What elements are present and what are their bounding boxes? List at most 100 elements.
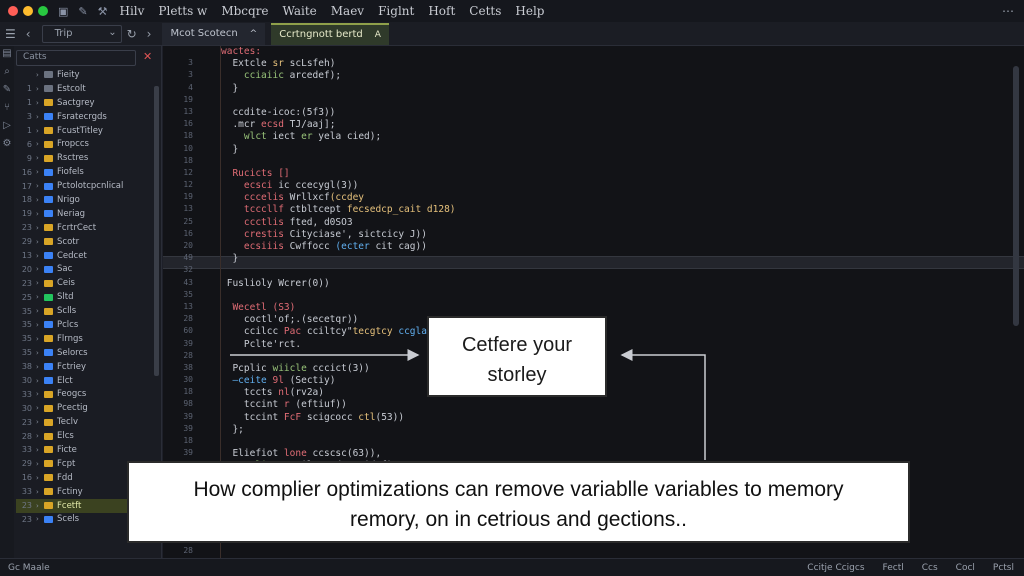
menu-item[interactable]: Maev bbox=[331, 4, 364, 18]
close-window-button[interactable] bbox=[8, 6, 18, 16]
status-left-text[interactable]: Gc Maale bbox=[8, 563, 50, 573]
chevron-right-icon[interactable]: › bbox=[36, 488, 44, 496]
code-line[interactable] bbox=[221, 436, 1001, 448]
chevron-right-icon[interactable]: › bbox=[36, 446, 44, 454]
tab-close-icon[interactable]: A bbox=[375, 30, 381, 40]
status-item[interactable]: Pctsl bbox=[993, 563, 1014, 573]
tree-item[interactable]: 19 › Neriag bbox=[16, 207, 152, 221]
chevron-right-icon[interactable]: › bbox=[36, 460, 44, 468]
tree-item[interactable]: 16 › Fiofels bbox=[16, 165, 152, 179]
code-line[interactable]: —ceite 9l (Sectiy) bbox=[221, 375, 1001, 387]
chevron-right-icon[interactable]: › bbox=[36, 363, 44, 371]
chevron-right-icon[interactable]: › bbox=[36, 182, 44, 190]
tree-item[interactable]: 20 › Sac bbox=[16, 262, 152, 276]
code-line[interactable]: }; bbox=[221, 424, 1001, 436]
status-item[interactable]: Fectl bbox=[883, 563, 904, 573]
chevron-right-icon[interactable]: › bbox=[36, 307, 44, 315]
tree-item[interactable]: 23 › Ceis bbox=[16, 276, 152, 290]
chevron-right-icon[interactable]: › bbox=[36, 196, 44, 204]
menu-item[interactable]: Hilv bbox=[120, 4, 145, 18]
chevron-right-icon[interactable]: › bbox=[36, 418, 44, 426]
menu-item[interactable]: Figlnt bbox=[378, 4, 414, 18]
code-line[interactable]: Extcle sr scLsfeh) bbox=[221, 58, 1001, 70]
tree-item[interactable]: 1 › Estcolt bbox=[16, 82, 152, 96]
chevron-right-icon[interactable]: › bbox=[36, 99, 44, 107]
code-line[interactable]: coctl'of;.(secetqr)) bbox=[221, 314, 1001, 326]
status-item[interactable]: Cocl bbox=[956, 563, 975, 573]
code-line[interactable]: crestis Cityciase', sictcicy J)) bbox=[221, 229, 1001, 241]
status-item[interactable]: Ccitje Ccigcs bbox=[807, 563, 864, 573]
chevron-right-icon[interactable]: › bbox=[36, 474, 44, 482]
menu-item[interactable]: Waite bbox=[283, 4, 317, 18]
chevron-right-icon[interactable]: › bbox=[36, 127, 44, 135]
menu-item[interactable]: Pletts w bbox=[158, 4, 207, 18]
chevron-right-icon[interactable]: › bbox=[36, 71, 44, 79]
refresh-icon[interactable]: ↻ bbox=[122, 27, 142, 41]
code-line[interactable]: .mcr ecsd TJ/aaj]; bbox=[221, 119, 1001, 131]
code-line[interactable]: Pclte'rct. bbox=[221, 339, 1001, 351]
branch-icon[interactable]: ⑂ bbox=[0, 102, 14, 118]
chevron-right-icon[interactable]: › bbox=[36, 238, 44, 246]
settings-icon[interactable]: ⚙ bbox=[0, 138, 14, 154]
tab-first[interactable]: Mcot Scotecn ^ bbox=[162, 22, 266, 45]
chevron-right-icon[interactable]: › bbox=[36, 321, 44, 329]
tree-item[interactable]: 33 › Feogcs bbox=[16, 387, 152, 401]
chevron-right-icon[interactable]: › bbox=[36, 210, 44, 218]
chevron-right-icon[interactable]: › bbox=[36, 154, 44, 162]
chevron-right-icon[interactable]: › bbox=[36, 224, 44, 232]
code-line[interactable]: } bbox=[221, 253, 1001, 265]
code-line[interactable]: tccint FcF scigcocc ctl(53)) bbox=[221, 412, 1001, 424]
menu-item[interactable]: Hoft bbox=[428, 4, 455, 18]
code-line[interactable]: Fuslioly Wcrer(0)) bbox=[221, 278, 1001, 290]
code-line[interactable] bbox=[221, 156, 1001, 168]
editor-scrollbar[interactable] bbox=[1013, 66, 1019, 326]
code-line[interactable]: ccctlis fted, d0SO3 bbox=[221, 217, 1001, 229]
maximize-window-button[interactable] bbox=[38, 6, 48, 16]
tree-item[interactable]: 35 › Pclcs bbox=[16, 318, 152, 332]
wrench-icon[interactable]: ⚒ bbox=[98, 5, 108, 18]
tree-item[interactable]: 38 › Fctriey bbox=[16, 360, 152, 374]
tree-item[interactable]: 35 › Selorcs bbox=[16, 346, 152, 360]
chevron-right-icon[interactable]: › bbox=[36, 404, 44, 412]
search-icon[interactable]: ⌕ bbox=[0, 66, 14, 82]
menu-icon[interactable]: ☰ bbox=[0, 27, 21, 41]
menu-item[interactable]: Help bbox=[515, 4, 544, 18]
tree-item[interactable]: 28 › Elcs bbox=[16, 429, 152, 443]
chevron-right-icon[interactable]: › bbox=[36, 140, 44, 148]
chevron-right-icon[interactable]: › bbox=[36, 293, 44, 301]
code-line[interactable]: Eliefiot lone ccscsc(63)), bbox=[221, 448, 1001, 460]
tree-item[interactable]: 33 › Ficte bbox=[16, 443, 152, 457]
code-line[interactable]: wlct iect er yela cied); bbox=[221, 131, 1001, 143]
chevron-right-icon[interactable]: › bbox=[36, 390, 44, 398]
chevron-right-icon[interactable]: › bbox=[36, 432, 44, 440]
code-line[interactable]: } bbox=[221, 83, 1001, 95]
code-line[interactable] bbox=[221, 351, 1001, 363]
chevron-right-icon[interactable]: › bbox=[36, 168, 44, 176]
menu-item[interactable]: Mbcqre bbox=[221, 4, 268, 18]
tree-item[interactable]: 30 › Pcectig bbox=[16, 401, 152, 415]
code-line[interactable]: tccint r (eftiuf)) bbox=[221, 399, 1001, 411]
code-line[interactable]: ccilcc Pac cciltcy"tecgtcy ccglacp "rcef… bbox=[221, 326, 1001, 338]
code-line[interactable]: cccelis Wrllxcf(ccdey bbox=[221, 192, 1001, 204]
navigation-select[interactable]: Trip ⌄ bbox=[41, 24, 122, 43]
tree-item[interactable]: › Fieity bbox=[16, 68, 152, 82]
code-line[interactable] bbox=[221, 265, 1001, 277]
code-line[interactable] bbox=[221, 95, 1001, 107]
chevron-right-icon[interactable]: › bbox=[36, 515, 44, 523]
tree-item[interactable]: 9 › Rsctres bbox=[16, 151, 152, 165]
code-line[interactable]: Rucicts [] bbox=[221, 168, 1001, 180]
chevron-right-icon[interactable]: › bbox=[36, 349, 44, 357]
pen-icon[interactable]: ✎ bbox=[78, 5, 87, 18]
code-line[interactable] bbox=[221, 290, 1001, 302]
sidebar-scrollbar[interactable] bbox=[154, 86, 159, 376]
chevron-right-icon[interactable]: › bbox=[36, 113, 44, 121]
tree-item[interactable]: 29 › Scotr bbox=[16, 235, 152, 249]
code-line[interactable]: wactes: bbox=[221, 46, 1001, 58]
minimize-window-button[interactable] bbox=[23, 6, 33, 16]
chevron-right-icon[interactable]: › bbox=[36, 265, 44, 273]
chevron-right-icon[interactable]: › bbox=[36, 252, 44, 260]
tree-item[interactable]: 6 › Fropccs bbox=[16, 137, 152, 151]
explorer-search-input[interactable]: Catts bbox=[16, 50, 136, 66]
chevron-right-icon[interactable]: › bbox=[36, 85, 44, 93]
tab-active[interactable]: Ccrtngnott bertd A bbox=[271, 22, 389, 45]
